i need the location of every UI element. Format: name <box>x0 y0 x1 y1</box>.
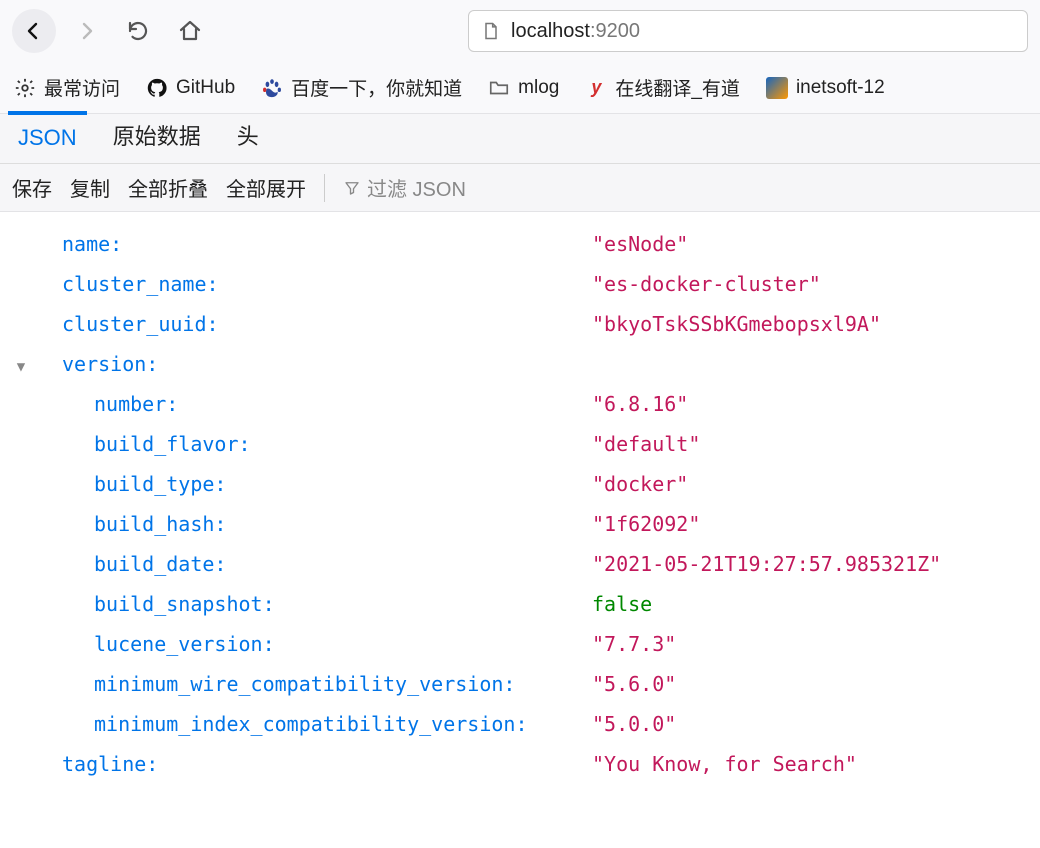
collapse-all-button[interactable]: 全部折叠 <box>128 173 208 202</box>
bookmark-label: 百度一下，你就知道 <box>291 74 462 101</box>
json-key[interactable]: build_snapshot <box>94 592 263 616</box>
json-key[interactable]: minimum_wire_compatibility_version <box>94 672 503 696</box>
json-content: name:"esNode"cluster_name:"es-docker-clu… <box>0 212 1040 796</box>
json-value: false <box>592 584 652 624</box>
json-value: "esNode" <box>592 224 688 264</box>
json-row: cluster_uuid:"bkyoTskSSbKGmebopsxl9A" <box>10 304 1030 344</box>
page-icon <box>481 20 501 42</box>
back-button[interactable] <box>12 9 56 53</box>
tab-headers[interactable]: 头 <box>233 109 263 163</box>
reload-button[interactable] <box>116 9 160 53</box>
json-key[interactable]: build_flavor <box>94 432 239 456</box>
tab-raw[interactable]: 原始数据 <box>109 109 205 163</box>
filter-json-input[interactable]: 过滤 JSON <box>343 173 466 202</box>
toggle-icon[interactable]: ▼ <box>10 353 32 381</box>
bookmark-mlog[interactable]: mlog <box>488 77 559 99</box>
expand-all-button[interactable]: 全部展开 <box>226 173 306 202</box>
save-button[interactable]: 保存 <box>12 173 52 202</box>
json-value: "2021-05-21T19:27:57.985321Z" <box>592 544 941 584</box>
bookmark-label: inetsoft-12 <box>796 77 885 99</box>
bookmark-most-visited[interactable]: 最常访问 <box>14 74 120 101</box>
json-key[interactable]: build_hash <box>94 512 214 536</box>
viewer-toolbar: 保存 复制 全部折叠 全部展开 过滤 JSON <box>0 164 1040 212</box>
json-key[interactable]: lucene_version <box>94 632 263 656</box>
github-icon <box>146 77 168 99</box>
json-key[interactable]: tagline <box>62 752 146 776</box>
json-row: build_type:"docker" <box>10 464 1030 504</box>
json-value: "7.7.3" <box>592 624 676 664</box>
json-row: number:"6.8.16" <box>10 384 1030 424</box>
copy-button[interactable]: 复制 <box>70 173 110 202</box>
json-key[interactable]: version <box>62 352 146 376</box>
json-key[interactable]: cluster_uuid <box>62 312 207 336</box>
filter-icon <box>343 179 361 197</box>
address-bar[interactable]: localhost:9200 <box>468 10 1028 52</box>
json-row: cluster_name:"es-docker-cluster" <box>10 264 1030 304</box>
json-row: name:"esNode" <box>10 224 1030 264</box>
json-key[interactable]: build_type <box>94 472 214 496</box>
bookmarks-bar: 最常访问 GitHub 百度一下，你就知道 mlog y 在线翻译_有道 ine… <box>0 62 1040 114</box>
url-port: :9200 <box>590 20 640 42</box>
json-value: "5.0.0" <box>592 704 676 744</box>
filter-placeholder: 过滤 JSON <box>367 173 466 202</box>
json-key[interactable]: minimum_index_compatibility_version <box>94 712 515 736</box>
json-row: ▼version: <box>10 344 1030 384</box>
arrow-right-icon <box>74 19 98 43</box>
json-value: "You Know, for Search" <box>592 744 857 784</box>
bookmark-label: 在线翻译_有道 <box>615 74 740 101</box>
inetsoft-icon <box>766 77 788 99</box>
json-row: minimum_wire_compatibility_version:"5.6.… <box>10 664 1030 704</box>
arrow-left-icon <box>22 19 46 43</box>
baidu-icon <box>261 77 283 99</box>
json-value: "es-docker-cluster" <box>592 264 821 304</box>
json-key[interactable]: number <box>94 392 166 416</box>
json-row: tagline:"You Know, for Search" <box>10 744 1030 784</box>
url-host: localhost <box>511 20 590 42</box>
forward-button <box>64 9 108 53</box>
json-row: build_flavor:"default" <box>10 424 1030 464</box>
json-row: lucene_version:"7.7.3" <box>10 624 1030 664</box>
json-value: "5.6.0" <box>592 664 676 704</box>
json-value: "bkyoTskSSbKGmebopsxl9A" <box>592 304 881 344</box>
json-row: build_hash:"1f62092" <box>10 504 1030 544</box>
toolbar-divider <box>324 174 325 202</box>
json-key[interactable]: build_date <box>94 552 214 576</box>
reload-icon <box>126 19 150 43</box>
bookmark-github[interactable]: GitHub <box>146 77 235 99</box>
bookmark-label: GitHub <box>176 77 235 99</box>
json-row: build_snapshot:false <box>10 584 1030 624</box>
bookmark-baidu[interactable]: 百度一下，你就知道 <box>261 74 462 101</box>
youdao-icon: y <box>585 77 607 99</box>
bookmark-inetsoft[interactable]: inetsoft-12 <box>766 77 885 99</box>
json-value: "6.8.16" <box>592 384 688 424</box>
gear-icon <box>14 77 36 99</box>
bookmark-label: mlog <box>518 77 559 99</box>
url-text: localhost:9200 <box>511 20 640 43</box>
json-row: minimum_index_compatibility_version:"5.0… <box>10 704 1030 744</box>
json-value: "docker" <box>592 464 688 504</box>
json-row: build_date:"2021-05-21T19:27:57.985321Z" <box>10 544 1030 584</box>
json-value: "1f62092" <box>592 504 700 544</box>
folder-icon <box>488 77 510 99</box>
json-key[interactable]: name <box>62 232 110 256</box>
bookmark-youdao[interactable]: y 在线翻译_有道 <box>585 74 740 101</box>
json-key[interactable]: cluster_name <box>62 272 207 296</box>
tab-json[interactable]: JSON <box>14 115 81 163</box>
viewer-tabs: JSON 原始数据 头 <box>0 114 1040 164</box>
home-icon <box>178 19 202 43</box>
bookmark-label: 最常访问 <box>44 74 120 101</box>
json-value: "default" <box>592 424 700 464</box>
browser-nav-toolbar: localhost:9200 <box>0 0 1040 62</box>
home-button[interactable] <box>168 9 212 53</box>
